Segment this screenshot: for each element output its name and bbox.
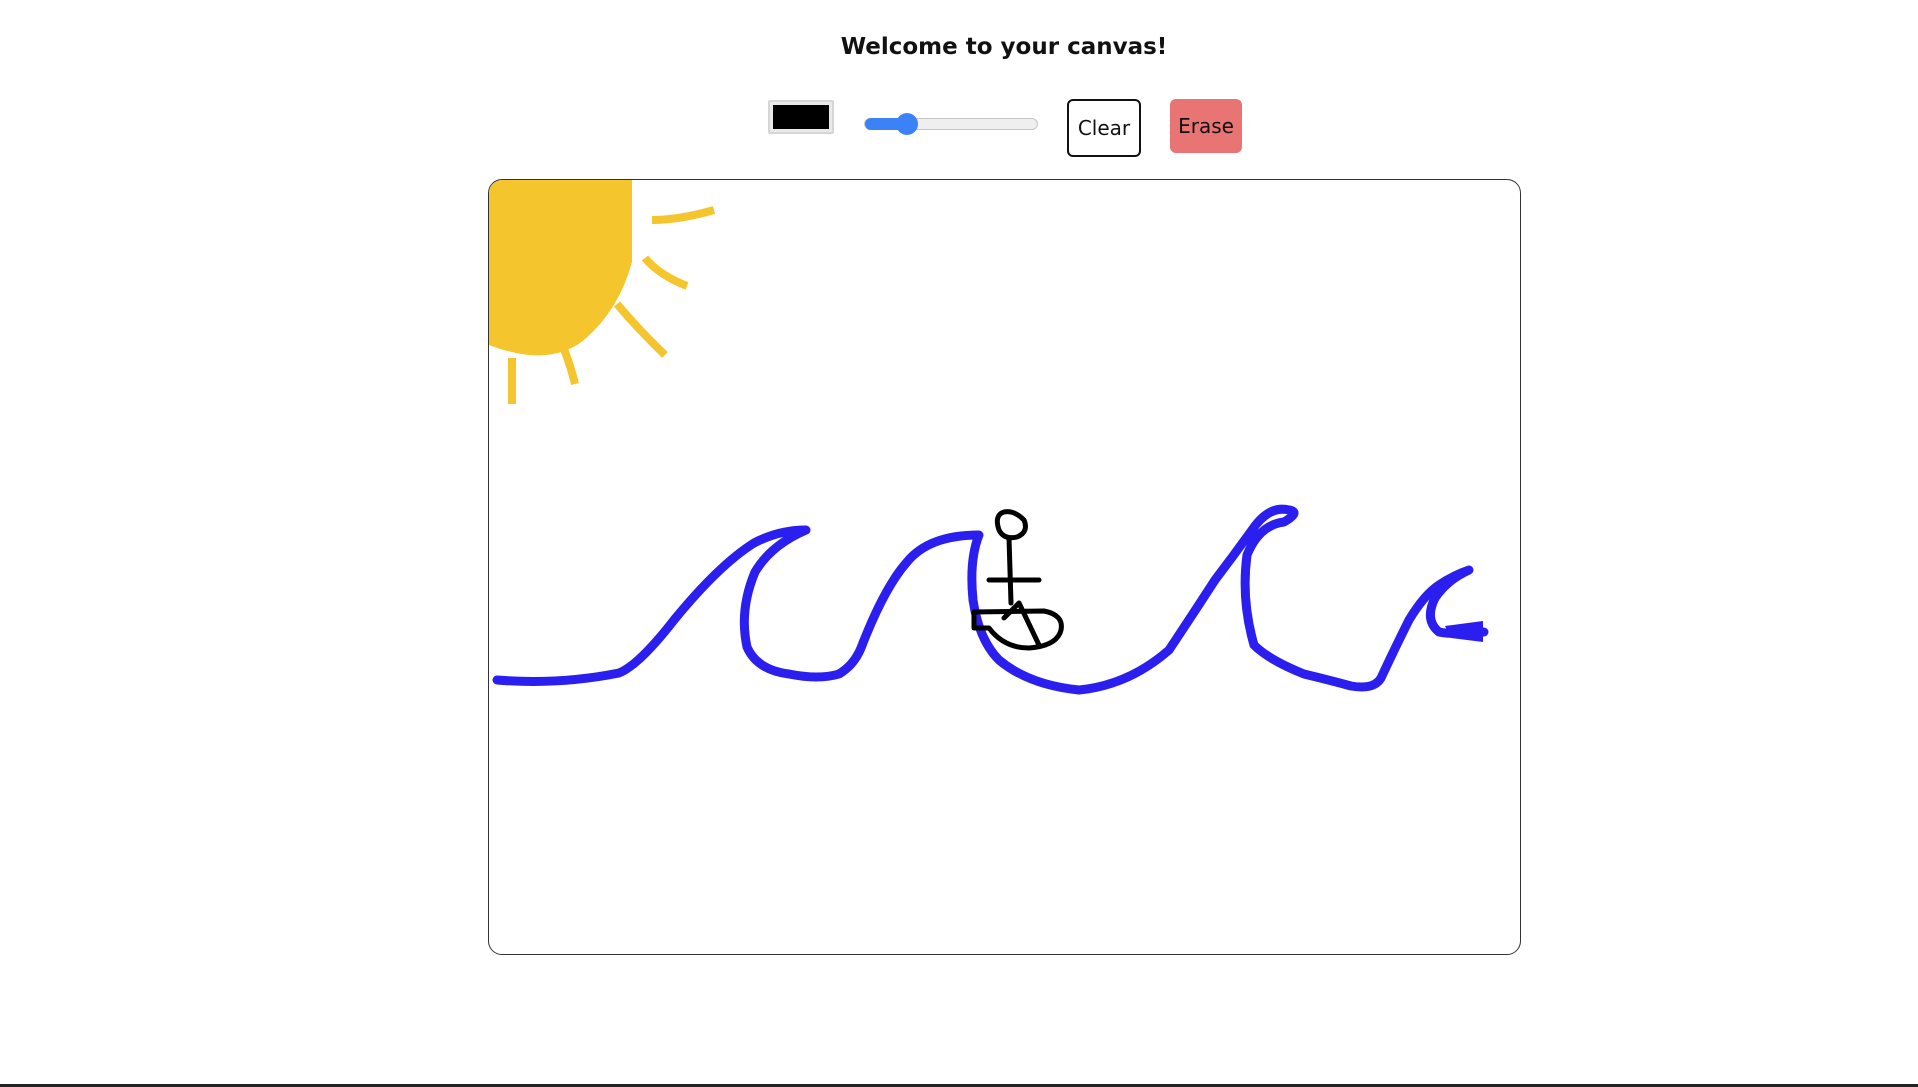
- sun-drawing: [489, 180, 716, 404]
- drawing-canvas[interactable]: [488, 179, 1521, 955]
- sun-ray: [558, 343, 579, 385]
- slider-thumb[interactable]: [895, 113, 918, 135]
- wave-foam: [1445, 621, 1483, 642]
- page-title: Welcome to your canvas!: [840, 34, 1168, 60]
- color-picker-swatch: [773, 105, 829, 129]
- sun-ray: [641, 255, 689, 290]
- color-picker[interactable]: [768, 100, 834, 134]
- stick-figure-drawing: [971, 509, 1064, 651]
- canvas-drawing: [489, 180, 1489, 695]
- figure-body: [1006, 535, 1014, 606]
- erase-button[interactable]: Erase: [1170, 99, 1242, 153]
- drawing-app: Welcome to your canvas! Clear Erase: [0, 0, 1918, 1087]
- toolbar: Clear Erase: [0, 96, 1918, 160]
- clear-button[interactable]: Clear: [1067, 99, 1141, 157]
- sun-ray: [651, 206, 716, 224]
- wave-line: [492, 504, 1489, 695]
- figure-head: [994, 509, 1028, 541]
- sun-ray: [613, 301, 668, 358]
- brush-size-slider[interactable]: [864, 113, 1038, 135]
- sun-body: [489, 180, 632, 356]
